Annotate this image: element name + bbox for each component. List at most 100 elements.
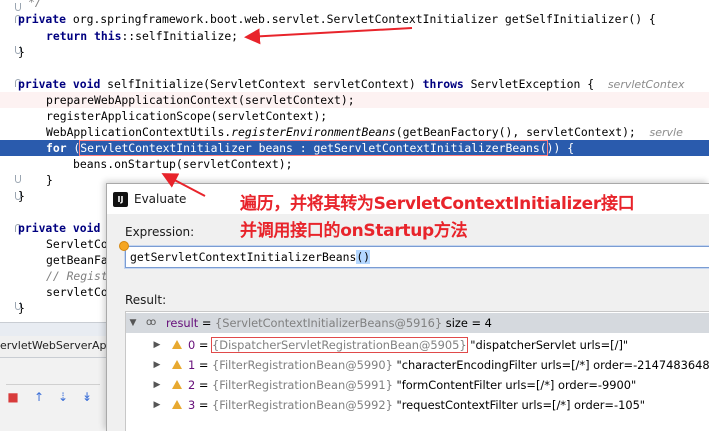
code-text: servletCo bbox=[46, 285, 108, 299]
code-text: registerEnvironmentBeans bbox=[231, 125, 396, 139]
comment-text: // Regist bbox=[46, 269, 108, 283]
fold-icon[interactable] bbox=[15, 3, 21, 11]
code-line-current[interactable]: prepareWebApplicationContext(servletCont… bbox=[0, 92, 709, 108]
code-line[interactable]: WebApplicationContextUtils.registerEnvir… bbox=[46, 124, 683, 140]
keyword: this bbox=[94, 29, 122, 43]
code-text: (getBeanFactory(), servletContext); bbox=[395, 125, 636, 139]
tool-window-tab-label: ervletWebServerAp bbox=[0, 339, 107, 352]
parameter-hint: servle bbox=[649, 126, 683, 139]
tree-row-item[interactable]: ▶ 3 = {FilterRegistrationBean@5992} "req… bbox=[126, 395, 709, 415]
item-value: "characterEncodingFilter urls=[/*] order… bbox=[392, 358, 709, 372]
code-text: ( bbox=[66, 141, 81, 155]
expression-input[interactable]: getServletContextInitializerBeans() bbox=[125, 246, 709, 268]
code-line[interactable]: getBeanFa bbox=[46, 252, 108, 268]
code-text: } bbox=[18, 189, 25, 203]
object-reference: {DispatcherServletRegistrationBean@5905} bbox=[211, 337, 468, 353]
field-icon bbox=[172, 340, 182, 350]
code-line[interactable]: private void bbox=[18, 220, 100, 236]
field-icon bbox=[172, 380, 182, 390]
tree-row-root[interactable]: ▼ oo result = {ServletContextInitializer… bbox=[126, 313, 709, 333]
item-index: 3 bbox=[188, 398, 196, 412]
comment-text: */ bbox=[28, 0, 42, 9]
code-text: beans.onStartup(servletContext); bbox=[73, 157, 293, 171]
code-line[interactable]: } bbox=[18, 44, 25, 60]
item-value: "requestContextFilter urls=[/*] order=-1… bbox=[392, 398, 646, 412]
code-line[interactable]: ServletCo bbox=[46, 236, 108, 252]
object-reference: {FilterRegistrationBean@5991} bbox=[212, 378, 393, 392]
expand-icon[interactable]: ▶ bbox=[152, 335, 162, 355]
dialog-title: Evaluate bbox=[134, 192, 187, 206]
watch-result-icon: oo bbox=[146, 317, 156, 328]
code-text: WebApplicationContextUtils. bbox=[46, 125, 232, 139]
tool-window-tab[interactable]: ervletWebServerAp bbox=[0, 336, 107, 358]
code-line[interactable]: beans.onStartup(servletContext); bbox=[73, 156, 292, 172]
step-into-icon[interactable]: ↑ bbox=[32, 390, 46, 404]
keyword: for bbox=[46, 141, 67, 155]
code-line[interactable]: return this::selfInitialize; bbox=[46, 28, 238, 44]
code-text: ::selfInitialize; bbox=[121, 29, 239, 43]
code-text: )) { bbox=[546, 141, 575, 155]
code-text: org.springframework.boot.web.servlet.Ser… bbox=[66, 12, 656, 26]
collection-size: size = 4 bbox=[442, 316, 492, 330]
keyword: throws bbox=[422, 77, 464, 91]
tree-item-text: 0 = {DispatcherServletRegistrationBean@5… bbox=[188, 337, 629, 353]
code-line[interactable]: servletCo bbox=[46, 284, 108, 300]
step-out-icon[interactable]: ⇣ bbox=[56, 390, 70, 404]
tree-item-text: 2 = {FilterRegistrationBean@5991} "formC… bbox=[188, 378, 637, 392]
code-text: prepareWebApplicationContext(servletCont… bbox=[46, 93, 355, 107]
intellij-app-icon: IJ bbox=[113, 192, 128, 207]
code-line[interactable]: } bbox=[46, 172, 53, 188]
keyword: void bbox=[72, 221, 101, 235]
code-line[interactable]: } bbox=[18, 188, 25, 204]
field-icon bbox=[172, 360, 182, 370]
equals-sign: = bbox=[198, 316, 216, 330]
object-reference: {ServletContextInitializerBeans@5916} bbox=[215, 316, 443, 330]
annotation-line-1: 遍历，并将其转为ServletContextInitializer接口 bbox=[240, 194, 635, 214]
keyword: private bbox=[18, 221, 67, 235]
code-text: ServletCo bbox=[46, 237, 108, 251]
code-line[interactable]: private void selfInitialize(ServletConte… bbox=[18, 76, 684, 92]
annotation-line-2: 并调用接口的onStartup方法 bbox=[240, 221, 468, 241]
code-line[interactable]: registerApplicationScope(servletContext)… bbox=[46, 108, 327, 124]
fold-icon[interactable] bbox=[15, 175, 21, 183]
code-text: } bbox=[18, 301, 25, 315]
code-text: } bbox=[18, 45, 25, 59]
field-icon bbox=[172, 400, 182, 410]
item-value: "formContentFilter urls=[/*] order=-9900… bbox=[392, 378, 637, 392]
parameter-hint: servletContex bbox=[607, 78, 685, 91]
result-tree[interactable]: ▼ oo result = {ServletContextInitializer… bbox=[125, 311, 709, 431]
step-over-icon[interactable]: ↡ bbox=[80, 390, 94, 404]
code-line-selected[interactable]: for (ServletContextInitializer beans : g… bbox=[0, 140, 709, 156]
highlighted-code: ServletContextInitializer beans : getSer… bbox=[79, 140, 548, 156]
item-index: 1 bbox=[188, 358, 196, 372]
toolbar-divider bbox=[6, 384, 100, 385]
tree-row-item[interactable]: ▶ 2 = {FilterRegistrationBean@5991} "for… bbox=[126, 375, 709, 395]
keyword: void bbox=[72, 77, 101, 91]
variable-name: result bbox=[166, 316, 199, 330]
code-text: ServletException { bbox=[463, 77, 595, 91]
result-label: Result: bbox=[125, 293, 167, 307]
tree-row-item[interactable]: ▶ 1 = {FilterRegistrationBean@5990} "cha… bbox=[126, 355, 709, 375]
code-text: } bbox=[46, 173, 53, 187]
code-text: getBeanFa bbox=[46, 253, 108, 267]
keyword: private bbox=[18, 12, 67, 26]
tree-item-text: 1 = {FilterRegistrationBean@5990} "chara… bbox=[188, 355, 709, 375]
tree-root-text: result = {ServletContextInitializerBeans… bbox=[166, 313, 492, 333]
collapse-icon[interactable]: ▼ bbox=[128, 313, 138, 333]
tool-window-header bbox=[0, 322, 106, 336]
code-line[interactable]: // Regist bbox=[46, 268, 108, 284]
expand-icon[interactable]: ▶ bbox=[152, 355, 162, 375]
expand-icon[interactable]: ▶ bbox=[152, 395, 162, 415]
lightbulb-icon[interactable] bbox=[119, 241, 129, 251]
code-line[interactable]: private org.springframework.boot.web.ser… bbox=[18, 11, 656, 27]
expand-icon[interactable]: ▶ bbox=[152, 375, 162, 395]
stop-icon[interactable]: ■ bbox=[6, 390, 20, 404]
tree-row-item[interactable]: ▶ 0 = {DispatcherServletRegistrationBean… bbox=[126, 335, 709, 355]
code-line[interactable]: */ bbox=[28, 0, 42, 10]
code-line[interactable]: } bbox=[18, 300, 25, 316]
code-text: selfInitialize(ServletContext servletCon… bbox=[100, 77, 423, 91]
item-index: 2 bbox=[188, 378, 196, 392]
keyword: return bbox=[46, 29, 88, 43]
tree-item-text: 3 = {FilterRegistrationBean@5992} "reque… bbox=[188, 398, 646, 412]
expression-text: getServletContextInitializerBeans() bbox=[130, 250, 371, 264]
